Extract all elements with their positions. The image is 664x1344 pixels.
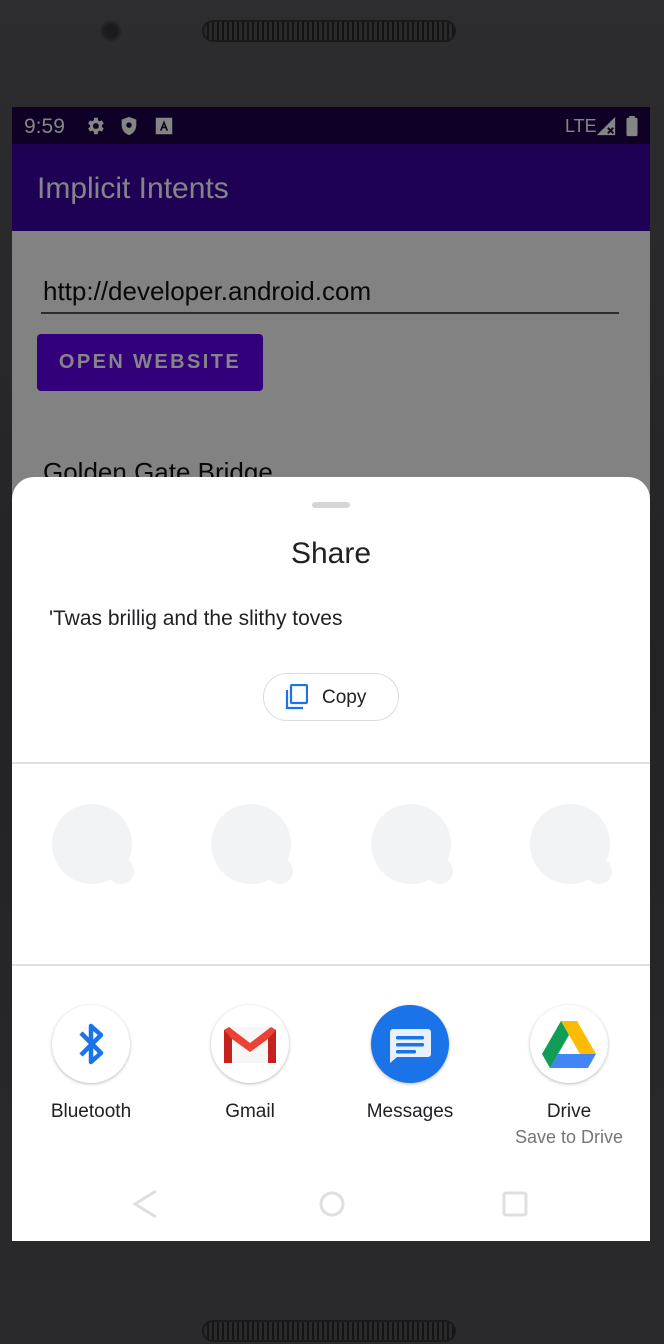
divider — [12, 964, 650, 966]
share-target-drive[interactable]: Drive Save to Drive — [490, 1005, 650, 1147]
share-target-label: Gmail — [225, 1101, 275, 1122]
bluetooth-icon — [52, 1005, 130, 1083]
nav-back-icon[interactable] — [132, 1189, 158, 1219]
nav-recents-icon[interactable] — [502, 1191, 528, 1217]
share-sheet: Share 'Twas brillig and the slithy toves… — [12, 477, 650, 1241]
copy-icon — [285, 684, 308, 710]
share-target-messages[interactable]: Messages — [331, 1005, 491, 1145]
share-title: Share — [290, 537, 372, 570]
front-camera — [98, 18, 124, 44]
loading-target-placeholder — [371, 804, 453, 884]
loading-target-placeholder — [211, 804, 293, 884]
copy-label: Copy — [322, 687, 367, 708]
device-frame: 9:59 LTE Implicit Intents http://develop… — [0, 0, 664, 1344]
top-speaker-grille — [202, 20, 456, 42]
share-target-bluetooth[interactable]: Bluetooth — [12, 1005, 172, 1145]
bottom-speaker-grille — [202, 1320, 456, 1342]
share-target-sublabel: Save to Drive — [514, 1127, 624, 1147]
loading-target-placeholder — [52, 804, 134, 884]
copy-button[interactable]: Copy — [263, 673, 399, 721]
screen: 9:59 LTE Implicit Intents http://develop… — [12, 107, 650, 1241]
loading-target-placeholder — [530, 804, 612, 884]
shared-text-preview: 'Twas brillig and the slithy toves — [49, 607, 343, 630]
nav-home-icon[interactable] — [319, 1191, 345, 1217]
drag-handle[interactable] — [312, 502, 350, 508]
share-target-gmail[interactable]: Gmail — [171, 1005, 331, 1145]
gmail-icon — [211, 1005, 289, 1083]
share-target-label: Bluetooth — [50, 1101, 132, 1122]
share-target-label: Drive — [546, 1101, 592, 1122]
share-target-label: Messages — [366, 1101, 454, 1122]
divider — [12, 762, 650, 764]
messages-icon — [371, 1005, 449, 1083]
drive-icon — [530, 1005, 608, 1083]
